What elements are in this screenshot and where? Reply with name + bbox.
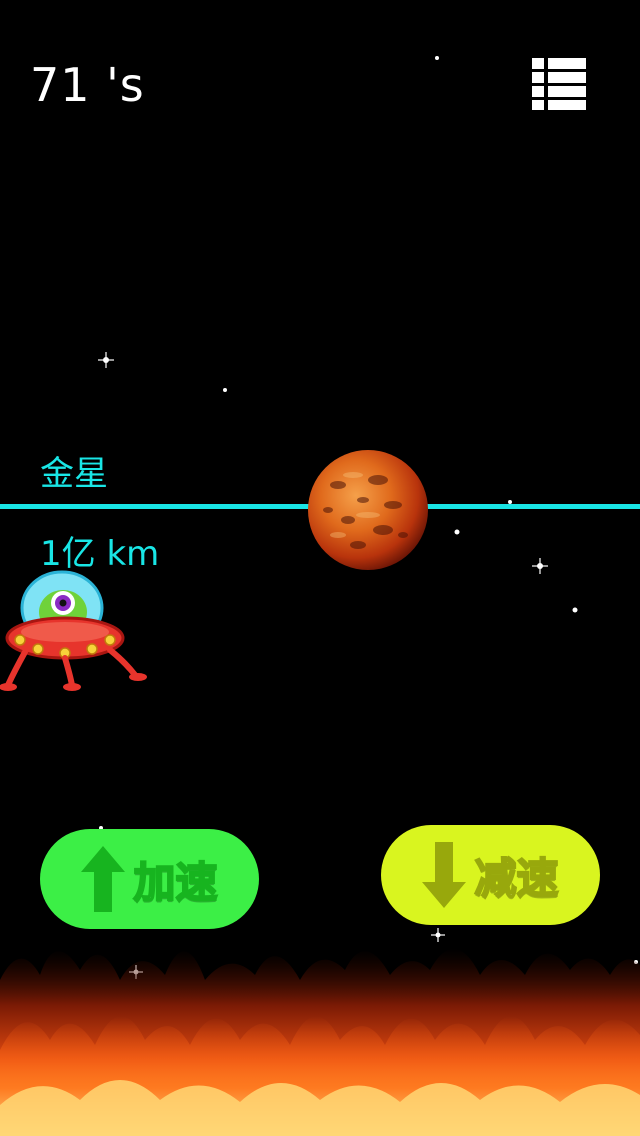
elapsed-time-display: 71 's (30, 58, 145, 112)
list-menu-icon (532, 58, 586, 110)
venus-planet-icon (308, 450, 428, 570)
decelerate-button[interactable]: 减速 (381, 825, 600, 925)
planet-distance-label: 1亿 km (40, 534, 160, 574)
arrow-up-icon (81, 846, 126, 912)
ufo-alien-icon (0, 570, 147, 691)
accelerate-button[interactable]: 加速 (40, 829, 259, 929)
menu-button[interactable] (532, 58, 586, 110)
arrow-down-icon (422, 842, 467, 908)
planet-name-label: 金星 (40, 454, 108, 494)
accelerate-button-label: 加速 (132, 857, 218, 908)
decelerate-button-label: 减速 (473, 853, 559, 904)
fire-hazard (0, 948, 640, 1136)
